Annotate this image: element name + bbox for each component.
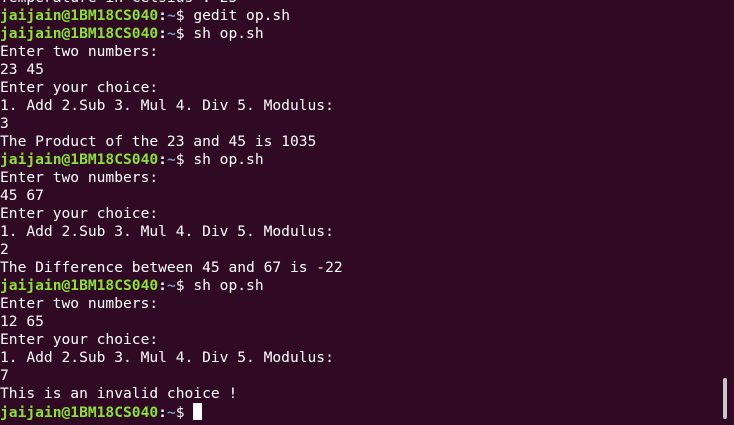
prompt-line: jaijain@1BM18CS040:~$ sh op.sh bbox=[0, 25, 718, 43]
prompt-colon: : bbox=[158, 277, 167, 294]
output-line: The Product of the 23 and 45 is 1035 bbox=[0, 133, 317, 150]
prompt-user-host: jaijain@1BM18CS040 bbox=[0, 151, 159, 168]
command-text: sh op.sh bbox=[193, 277, 264, 294]
prompt-symbol: $ bbox=[175, 404, 194, 421]
output-line: 1. Add 2.Sub 3. Mul 4. Div 5. Modulus: bbox=[0, 97, 334, 114]
prompt-colon: : bbox=[158, 7, 167, 24]
prompt-symbol: $ bbox=[175, 151, 194, 168]
prompt-line: jaijain@1BM18CS040:~$ sh op.sh bbox=[0, 151, 718, 169]
output-line: Enter two numbers: bbox=[0, 295, 159, 312]
command-text: sh op.sh bbox=[193, 25, 264, 42]
prompt-path: ~ bbox=[166, 25, 176, 42]
output-line: Enter your choice: bbox=[0, 205, 159, 222]
prompt-colon: : bbox=[158, 404, 167, 421]
output-line: Enter your choice: bbox=[0, 331, 159, 348]
prompt-path: ~ bbox=[166, 7, 176, 24]
prompt-user-host: jaijain@1BM18CS040 bbox=[0, 7, 159, 24]
prompt-symbol: $ bbox=[175, 277, 194, 294]
prompt-user-host: jaijain@1BM18CS040 bbox=[0, 25, 159, 42]
output-line: 1. Add 2.Sub 3. Mul 4. Div 5. Modulus: bbox=[0, 349, 334, 366]
prompt-path: ~ bbox=[166, 277, 176, 294]
output-line: 2 bbox=[0, 241, 9, 258]
output-line: 7 bbox=[0, 367, 9, 384]
output-line: The Difference between 45 and 67 is -22 bbox=[0, 259, 343, 276]
prompt-path: ~ bbox=[166, 404, 176, 421]
prompt-line: jaijain@1BM18CS040:~$ gedit op.sh bbox=[0, 7, 718, 25]
output-line: Temperature in Celsius : 25 bbox=[0, 0, 718, 7]
output-line: 45 67 bbox=[0, 187, 44, 204]
prompt-user-host: jaijain@1BM18CS040 bbox=[0, 404, 159, 421]
terminal-output[interactable]: Temperature in Celsius : 25jaijain@1BM18… bbox=[0, 0, 718, 421]
output-line: Enter your choice: bbox=[0, 79, 159, 96]
prompt-path: ~ bbox=[166, 151, 176, 168]
terminal-window[interactable]: Temperature in Celsius : 25jaijain@1BM18… bbox=[0, 0, 734, 425]
prompt-colon: : bbox=[158, 25, 167, 42]
prompt-user-host: jaijain@1BM18CS040 bbox=[0, 277, 159, 294]
command-text: sh op.sh bbox=[193, 151, 264, 168]
text-cursor bbox=[193, 403, 203, 420]
output-line: 3 bbox=[0, 115, 9, 132]
scrollbar[interactable] bbox=[720, 0, 730, 425]
prompt-line: jaijain@1BM18CS040:~$ sh op.sh bbox=[0, 277, 718, 295]
output-line: Enter two numbers: bbox=[0, 169, 159, 186]
command-text: gedit op.sh bbox=[193, 7, 290, 24]
prompt-symbol: $ bbox=[175, 25, 194, 42]
prompt-symbol: $ bbox=[175, 7, 194, 24]
output-line: 23 45 bbox=[0, 61, 44, 78]
scrollbar-thumb[interactable] bbox=[723, 378, 727, 419]
output-line: This is an invalid choice ! bbox=[0, 385, 238, 402]
output-line: Enter two numbers: bbox=[0, 43, 159, 60]
prompt-line: jaijain@1BM18CS040:~$ bbox=[0, 403, 718, 421]
output-line: 1. Add 2.Sub 3. Mul 4. Div 5. Modulus: bbox=[0, 223, 334, 240]
output-line: 12 65 bbox=[0, 313, 44, 330]
prompt-colon: : bbox=[158, 151, 167, 168]
